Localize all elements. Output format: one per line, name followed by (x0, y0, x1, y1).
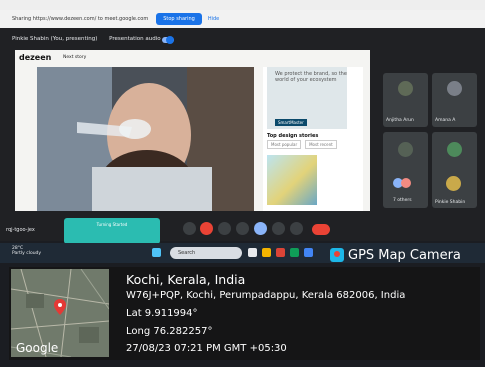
timestamp: 27/08/23 07:21 PM GMT +05:30 (126, 343, 287, 354)
story-thumbnail[interactable] (267, 155, 317, 205)
advert[interactable]: We protect the brand, so the world of yo… (267, 67, 347, 129)
meet-stage: Pinkie Shabin (You, presenting) Presenta… (0, 28, 485, 242)
app-icon[interactable] (304, 248, 313, 257)
present-button[interactable] (254, 222, 267, 235)
mic-button[interactable] (183, 222, 196, 235)
raise-hand-button[interactable] (272, 222, 285, 235)
taskbar-search[interactable]: Search (170, 247, 242, 259)
participant-name: Pinkie Shabin (435, 200, 466, 205)
gps-app-badge: GPS Map Camera (330, 244, 485, 266)
screenshot-photo: Sharing https://www.dezeen.com/ to meet.… (0, 0, 485, 367)
hide-button[interactable]: Hide (208, 16, 219, 22)
presenter-label: Pinkie Shabin (You, presenting) Presenta… (12, 36, 161, 42)
avatar (401, 178, 411, 188)
gps-app-name: GPS Map Camera (348, 247, 461, 263)
gps-camera-icon (330, 248, 344, 262)
search-label: Search (178, 250, 196, 256)
captions-button[interactable] (218, 222, 231, 235)
others-count: 7 others (393, 198, 412, 203)
task-view-icon[interactable] (248, 248, 257, 257)
tab-most-popular[interactable]: Most popular (267, 140, 302, 149)
avatar (446, 176, 461, 191)
article-video[interactable] (37, 67, 254, 222)
recording-banner[interactable]: Turning Started (64, 218, 160, 244)
video-frame (37, 67, 254, 222)
chrome-icon[interactable] (276, 248, 285, 257)
avatar (447, 142, 462, 157)
map-pin-icon (54, 299, 66, 315)
windows-start-icon[interactable] (152, 248, 161, 257)
share-status-text: Sharing https://www.dezeen.com/ to meet.… (12, 16, 149, 22)
weather-condition: Partly cloudy (12, 251, 42, 257)
advert-button[interactable]: SmartMaster (275, 119, 307, 126)
advert-text: We protect the brand, so the world of yo… (275, 71, 347, 83)
others-tile[interactable]: 7 others (383, 170, 428, 208)
presenter-name: Pinkie Shabin (You, presenting) (12, 36, 98, 42)
longitude: Long 76.282257° (126, 326, 213, 337)
location-address: W76J+PQP, Kochi, Perumpadappu, Kerala 68… (126, 290, 406, 301)
top-stories-heading: Top design stories (267, 133, 319, 139)
self-tile[interactable]: Pinkie Shabin (432, 170, 477, 208)
stories-tabs: Most popular Most recent (267, 140, 337, 149)
presentation-audio-label: Presentation audio (109, 36, 161, 42)
weather-widget[interactable]: 28°C Partly cloudy (12, 246, 41, 257)
avatar (398, 81, 413, 96)
camera-off-button[interactable] (200, 222, 213, 235)
google-logo: Google (16, 341, 59, 355)
location-place: Kochi, Kerala, India (126, 272, 246, 287)
end-call-button[interactable] (312, 224, 330, 235)
next-story-link[interactable]: Next story (63, 55, 86, 60)
participant-name: Anjitha Arun (386, 118, 414, 123)
file-explorer-icon[interactable] (262, 248, 271, 257)
avatar (447, 81, 462, 96)
app-icon[interactable] (290, 248, 299, 257)
stop-sharing-button[interactable]: Stop sharing (156, 13, 202, 25)
participant-tile[interactable]: Amana A (432, 73, 477, 127)
participant-tile[interactable]: Anjitha Arun (383, 73, 428, 127)
latitude: Lat 9.911994° (126, 308, 198, 319)
more-options-button[interactable] (290, 222, 303, 235)
emoji-button[interactable] (236, 222, 249, 235)
browser-tab-strip (0, 0, 485, 10)
screen-share-bar: Sharing https://www.dezeen.com/ to meet.… (0, 10, 485, 28)
participant-name: Amana A (435, 118, 456, 123)
tab-most-recent[interactable]: Most recent (305, 140, 337, 149)
article-sidebar: We protect the brand, so the world of yo… (263, 67, 363, 227)
dezeen-logo: dezeen (19, 53, 52, 62)
meeting-code: rqj-tgoo-jex (6, 227, 35, 233)
avatar (398, 142, 413, 157)
shared-screen: dezeen Next story We protect the brand, … (15, 50, 370, 242)
presentation-audio-toggle[interactable] (162, 36, 174, 44)
